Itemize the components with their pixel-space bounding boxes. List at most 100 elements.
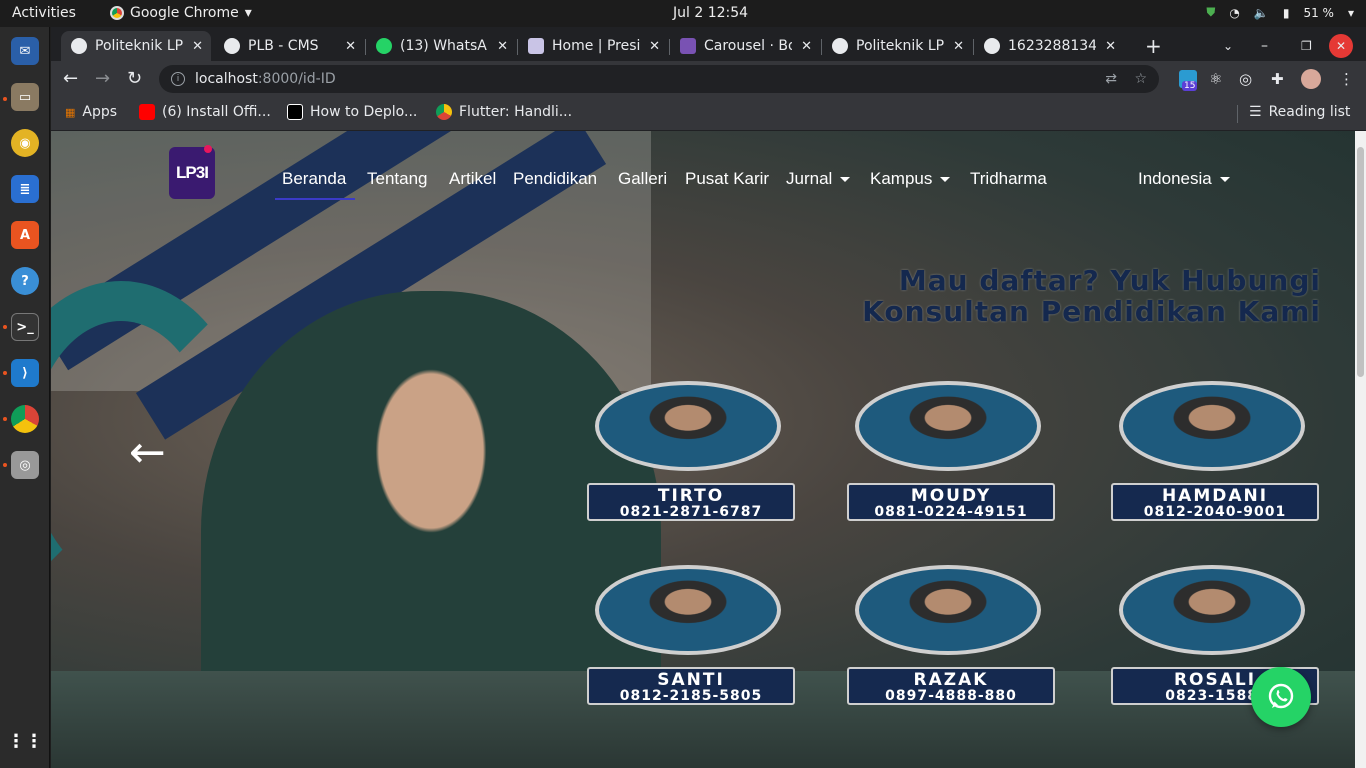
media-control-icon[interactable]: ◎ [1239, 70, 1252, 88]
close-icon[interactable]: ✕ [1105, 39, 1116, 54]
nav-tridharma[interactable]: Tridharma [970, 169, 1047, 189]
bookmark-apps[interactable]: ▦ Apps [65, 104, 117, 120]
show-apps-icon[interactable]: ⋮⋮ [7, 727, 43, 755]
translate-icon[interactable]: ⇄ [1105, 71, 1117, 87]
browser-toolbar: ← → ↻ i localhost:8000/id-ID ⇄ ☆ 15 ⚛ ◎ … [51, 61, 1366, 97]
nav-gallery[interactable]: Galleri [618, 169, 667, 189]
puzzle-icon[interactable]: ✚ [1271, 70, 1284, 88]
consultant-photo [855, 381, 1041, 471]
rhythmbox-icon[interactable]: ◉ [11, 129, 39, 157]
vscode-icon[interactable]: ⟩ [11, 359, 39, 387]
nav-education[interactable]: Pendidikan [513, 169, 597, 189]
consultant-phone: 0812-2040-9001 [1143, 504, 1287, 520]
whatsapp-chat-button[interactable] [1251, 667, 1311, 727]
menu-icon[interactable]: ⋮ [1339, 70, 1354, 88]
close-icon[interactable]: ✕ [953, 39, 964, 54]
tab-title: Politeknik LPKIA [95, 38, 183, 54]
close-icon[interactable]: ✕ [497, 39, 508, 54]
language-dropdown[interactable]: Indonesia [1138, 169, 1230, 189]
globe-icon [71, 38, 87, 54]
consultant-card[interactable]: HAMDANI 0812-2040-9001 [1111, 381, 1323, 531]
shield-icon: ⛊ [1206, 5, 1216, 19]
tab-search-icon[interactable]: ⌄ [1213, 31, 1243, 61]
battery-level: 51 % [1303, 5, 1334, 20]
bookmark-item[interactable]: Flutter: Handli... [436, 104, 572, 120]
bookmark-item[interactable]: (6) Install Offi... [139, 104, 271, 120]
tab[interactable]: Carousel · Bo ✕ [670, 31, 820, 61]
close-icon[interactable]: ✕ [345, 39, 356, 54]
nav-career[interactable]: Pusat Karir [685, 169, 769, 189]
consultant-photo [595, 381, 781, 471]
consultant-photo [855, 565, 1041, 655]
chevron-down-icon: ▾ [1347, 5, 1354, 20]
avatar[interactable] [1301, 69, 1321, 89]
page-scrollbar[interactable] [1355, 131, 1366, 768]
nav-articles[interactable]: Artikel [449, 169, 496, 189]
consultant-phone: 0821-2871-6787 [619, 504, 763, 520]
tab[interactable]: Home | Presi ✕ [518, 31, 668, 61]
back-icon[interactable]: ← [63, 68, 78, 89]
url-host: localhost [195, 71, 258, 87]
consultant-name: RAZAK [913, 670, 989, 690]
thunderbird-icon[interactable]: ✉ [11, 37, 39, 65]
nav-about[interactable]: Tentang [367, 169, 428, 189]
consultant-card[interactable]: SANTI 0812-2185-5805 [587, 565, 799, 715]
nav-journal-dropdown[interactable]: Jurnal [786, 169, 850, 189]
url-path: :8000/id-ID [257, 71, 336, 87]
close-icon[interactable]: ✕ [649, 39, 660, 54]
carousel-prev-icon[interactable]: ← [129, 431, 166, 475]
reload-icon[interactable]: ↻ [127, 68, 142, 89]
consultant-photo [1119, 565, 1305, 655]
globe-icon [984, 38, 1000, 54]
tab-title: Politeknik LP [856, 38, 944, 54]
activities-button[interactable]: Activities [12, 5, 76, 21]
tab-strip: Politeknik LPKIA ✕ PLB - CMS ✕ (13) What… [51, 27, 1366, 61]
globe-icon [832, 38, 848, 54]
address-bar[interactable]: i localhost:8000/id-ID ⇄ ☆ [159, 65, 1159, 93]
site-icon [528, 38, 544, 54]
tab[interactable]: Politeknik LPKIA ✕ [61, 31, 211, 61]
app-menu[interactable]: Google Chrome ▾ [110, 5, 252, 21]
forward-icon[interactable]: → [95, 68, 110, 89]
react-devtools-icon[interactable]: ⚛ [1209, 70, 1222, 88]
new-tab-icon[interactable]: + [1135, 31, 1172, 61]
site-logo[interactable]: LP3I [169, 147, 215, 199]
consultant-phone: 0897-4888-880 [885, 688, 1017, 704]
consultant-card[interactable]: TIRTO 0821-2871-6787 [587, 381, 799, 531]
running-indicator [3, 325, 7, 329]
scrollbar-thumb[interactable] [1357, 147, 1364, 377]
software-icon[interactable]: A [11, 221, 39, 249]
writer-icon[interactable]: ≣ [11, 175, 39, 203]
reading-list-button[interactable]: ☰ Reading list [1249, 104, 1350, 120]
close-window-icon[interactable]: ✕ [1329, 34, 1353, 58]
nav-campus-dropdown[interactable]: Kampus [870, 169, 950, 189]
nav-home[interactable]: Beranda [282, 169, 346, 189]
clock[interactable]: Jul 2 12:54 [673, 5, 748, 21]
headline-line: Mau daftar? Yuk Hubungi [898, 264, 1321, 297]
close-icon[interactable]: ✕ [192, 39, 203, 54]
close-icon[interactable]: ✕ [801, 39, 812, 54]
consultant-plate: SANTI 0812-2185-5805 [587, 667, 795, 705]
consultant-card[interactable]: RAZAK 0897-4888-880 [847, 565, 1059, 715]
consultant-name: SANTI [657, 670, 725, 690]
maximize-icon[interactable]: ❐ [1291, 31, 1322, 61]
bookmark-item[interactable]: How to Deplo... [287, 104, 417, 120]
tab-title: PLB - CMS [248, 38, 319, 54]
chrome-icon[interactable] [11, 405, 39, 433]
disk-icon[interactable]: ◎ [11, 451, 39, 479]
tab[interactable]: (13) WhatsApp ✕ [366, 31, 516, 61]
minimize-icon[interactable]: – [1251, 31, 1278, 61]
youtube-icon [139, 104, 155, 120]
terminal-icon[interactable]: >_ [11, 313, 39, 341]
tab[interactable]: PLB - CMS ✕ [214, 31, 364, 61]
tab[interactable]: 1623288134.j ✕ [974, 31, 1124, 61]
help-icon[interactable]: ? [11, 267, 39, 295]
info-icon[interactable]: i [171, 72, 185, 86]
bookmark-star-icon[interactable]: ☆ [1134, 71, 1147, 87]
tab-title: (13) WhatsApp [400, 38, 488, 54]
tab[interactable]: Politeknik LP ✕ [822, 31, 972, 61]
files-icon[interactable]: ▭ [11, 83, 39, 111]
consultant-photo [595, 565, 781, 655]
consultant-card[interactable]: MOUDY 0881-0224-49151 [847, 381, 1059, 531]
system-tray[interactable]: ⛊ ◔ 🔈 ▮ 51 % ▾ [1206, 5, 1354, 20]
